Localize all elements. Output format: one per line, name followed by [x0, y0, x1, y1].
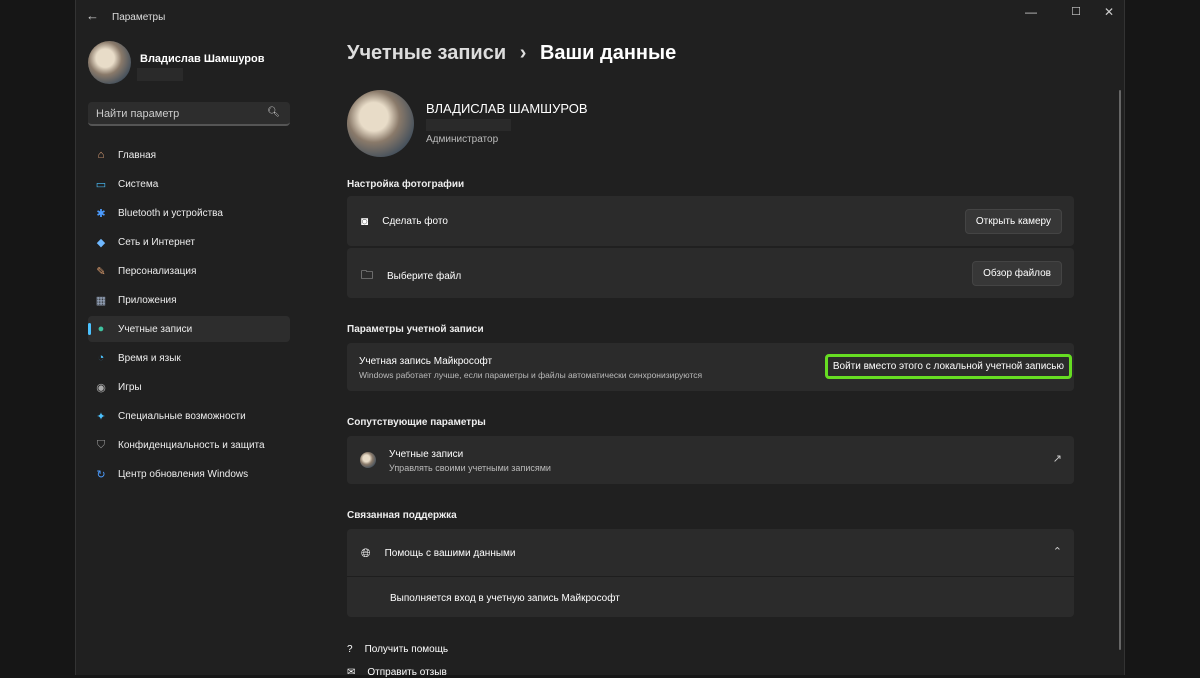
- sidebar-item-label: Специальные возможности: [118, 410, 246, 422]
- sidebar-item[interactable]: ● Учетные записи: [88, 316, 290, 342]
- microsoft-account-card: Учетная запись Майкрософт Windows работа…: [347, 343, 1074, 391]
- choose-file-card: 🗀 Выберите файл Обзор файлов: [347, 248, 1074, 298]
- sidebar-icon: ◔: [97, 352, 105, 364]
- redacted-email: [137, 68, 183, 81]
- sidebar-item-label: Персонализация: [118, 265, 197, 277]
- photo-heading: Настройка фотографии: [347, 179, 465, 190]
- sidebar-item-label: Сеть и Интернет: [118, 236, 196, 248]
- related-heading: Сопутствующие параметры: [347, 417, 486, 428]
- camera-icon: ◙: [361, 214, 369, 228]
- accounts-icon: [360, 452, 376, 468]
- sidebar-icon: ◆: [96, 236, 106, 249]
- sidebar-item-label: Учетные записи: [118, 323, 193, 335]
- profile-name: ВЛАДИСЛАВ ШАМШУРОВ: [426, 101, 588, 116]
- user-name: Владислав Шамшуров: [140, 53, 265, 65]
- sidebar-item[interactable]: ◉ Игры: [88, 374, 290, 400]
- sidebar-item[interactable]: ▭ Система: [88, 171, 290, 197]
- sidebar-item-label: Игры: [118, 381, 142, 393]
- folder-icon: 🗀: [361, 268, 374, 282]
- open-camera-button[interactable]: Открыть камеру: [964, 209, 1062, 234]
- sign-in-local-account-button[interactable]: Войти вместо этого с локальной учетной з…: [824, 354, 1072, 379]
- profile-avatar: [347, 90, 414, 157]
- take-photo-card: ◙ Сделать фото Открыть камеру: [347, 196, 1074, 246]
- get-help-label: Получить помощь: [364, 644, 449, 655]
- feedback-icon: ✉: [347, 667, 356, 678]
- sidebar-icon: ✦: [96, 410, 106, 423]
- help-icon: ?: [347, 644, 353, 655]
- sidebar-item[interactable]: ✱ Bluetooth и устройства: [88, 200, 290, 226]
- search-placeholder: Найти параметр: [96, 108, 180, 120]
- sidebar-item-label: Время и язык: [118, 352, 181, 364]
- choose-file-label: Выберите файл: [387, 271, 462, 282]
- sidebar-item-label: Приложения: [118, 294, 177, 306]
- sidebar-icon: ⌂: [97, 149, 105, 161]
- sidebar-item-label: Центр обновления Windows: [118, 468, 249, 480]
- profile-role: Администратор: [426, 134, 499, 145]
- sidebar-item[interactable]: ↻ Центр обновления Windows: [88, 461, 290, 487]
- sidebar-icon: ◉: [96, 381, 106, 394]
- search-input[interactable]: Найти параметр 🔍︎: [88, 102, 290, 126]
- sidebar-icon: ▭: [95, 178, 107, 191]
- sidebar-item-label: Система: [118, 178, 159, 190]
- chevron-up-icon: ⌃: [1052, 546, 1062, 558]
- accounts-link-card[interactable]: Учетные записи Управлять своими учетными…: [347, 436, 1074, 484]
- page-title: Ваши данные: [539, 42, 677, 64]
- sidebar-item[interactable]: ✦ Специальные возможности: [88, 403, 290, 429]
- support-title: Помощь с вашими данными: [384, 548, 516, 559]
- microsoft-account-desc: Windows работает лучше, если параметры и…: [359, 370, 703, 380]
- sidebar-item-label: Главная: [118, 149, 157, 161]
- scrollbar[interactable]: [1119, 90, 1121, 650]
- feedback-link[interactable]: ✉ Отправить отзыв: [347, 667, 447, 678]
- sidebar-icon: ▦: [95, 294, 107, 307]
- sidebar-icon: ●: [97, 323, 105, 335]
- redacted-email: [426, 119, 511, 131]
- title-bar: ← Параметры — ☐ ✕: [76, 0, 1124, 32]
- sidebar-icon: ✎: [96, 265, 106, 278]
- get-help-link[interactable]: ? Получить помощь: [347, 644, 448, 655]
- sidebar-item-label: Конфиденциальность и защита: [118, 439, 265, 451]
- support-link[interactable]: Выполняется вход в учетную запись Майкро…: [390, 593, 620, 604]
- sidebar-item[interactable]: ✎ Персонализация: [88, 258, 290, 284]
- accounts-title: Учетные записи: [389, 449, 464, 460]
- sidebar-item[interactable]: ▦ Приложения: [88, 287, 290, 313]
- settings-window: ← Параметры — ☐ ✕ Владислав Шамшуров Най…: [75, 0, 1125, 678]
- app-title: Параметры: [112, 12, 166, 23]
- support-heading: Связанная поддержка: [347, 510, 457, 521]
- breadcrumb-separator: ›: [519, 42, 527, 64]
- sidebar-icon: ⛉: [96, 438, 106, 451]
- close-button[interactable]: ✕: [1094, 5, 1124, 19]
- sidebar-item[interactable]: ◆ Сеть и Интернет: [88, 229, 290, 255]
- external-link-icon: ↗: [1052, 453, 1062, 465]
- search-icon: 🔍︎: [267, 107, 280, 118]
- support-expander[interactable]: 🌐︎ Помощь с вашими данными ⌃: [347, 529, 1074, 577]
- breadcrumb-parent[interactable]: Учетные записи: [347, 42, 506, 64]
- feedback-label: Отправить отзыв: [367, 667, 447, 678]
- maximize-button[interactable]: ☐: [1061, 5, 1091, 18]
- account-heading: Параметры учетной записи: [347, 324, 484, 335]
- sidebar-item[interactable]: ⌂ Главная: [88, 142, 290, 168]
- accounts-desc: Управлять своими учетными записями: [389, 463, 551, 473]
- take-photo-label: Сделать фото: [382, 215, 448, 227]
- back-button[interactable]: ←: [86, 8, 99, 23]
- microsoft-account-title: Учетная запись Майкрософт: [359, 356, 493, 367]
- support-card: 🌐︎ Помощь с вашими данными ⌃ Выполняется …: [347, 529, 1074, 617]
- sidebar-icon: ✱: [96, 207, 106, 220]
- globe-icon: 🌐︎: [361, 546, 371, 560]
- sidebar-item[interactable]: ◔ Время и язык: [88, 345, 290, 371]
- avatar[interactable]: [88, 41, 131, 84]
- minimize-button[interactable]: —: [1016, 5, 1046, 19]
- sidebar-item[interactable]: ⛉ Конфиденциальность и защита: [88, 432, 290, 458]
- breadcrumb: Учетные записи › Ваши данные: [347, 42, 676, 65]
- sidebar-item-label: Bluetooth и устройства: [118, 207, 223, 219]
- sidebar-icon: ↻: [96, 468, 106, 481]
- browse-files-button[interactable]: Обзор файлов: [972, 261, 1062, 286]
